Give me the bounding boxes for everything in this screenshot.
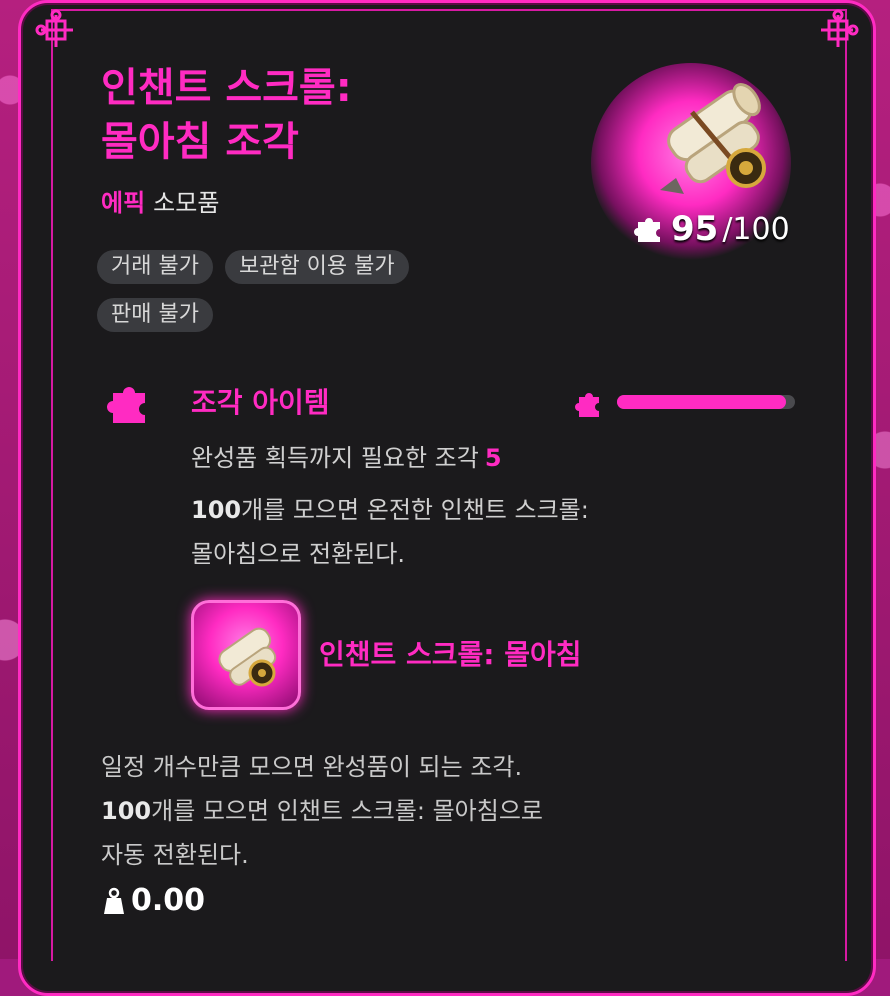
scroll-fragment-icon bbox=[660, 83, 766, 194]
puzzle-piece-icon bbox=[107, 387, 145, 423]
result-item-slot[interactable] bbox=[191, 600, 301, 710]
fragment-section-title: 조각 아이템 bbox=[191, 386, 330, 419]
conversion-text: 100개를 모으면 온전한 인챈트 스크롤: 몰아침으로 전환된다. bbox=[191, 488, 751, 576]
puzzle-piece-icon bbox=[575, 393, 599, 417]
restriction-tags: 거래 불가 보관함 이용 불가 판매 불가 bbox=[97, 250, 517, 332]
desc-count: 100 bbox=[101, 797, 152, 825]
item-tooltip-panel: 인챈트 스크롤: 몰아침 조각 에픽 소모품 거래 불가 보관함 이용 불가 판매… bbox=[18, 0, 876, 996]
fragment-progress-fill bbox=[617, 395, 787, 409]
scroll-icon bbox=[218, 627, 277, 687]
rarity-label: 에픽 bbox=[101, 189, 146, 217]
item-title-line1: 인챈트 스크롤: bbox=[101, 65, 352, 111]
desc-line3: 자동 전환된다. bbox=[101, 841, 249, 869]
tag-no-trade: 거래 불가 bbox=[97, 250, 213, 284]
item-title-line2: 몰아침 조각 bbox=[101, 119, 299, 165]
required-count: 5 bbox=[484, 444, 502, 472]
tag-no-storage: 보관함 이용 불가 bbox=[224, 250, 409, 284]
fragment-count: 95/100 bbox=[633, 209, 790, 249]
item-type: 에픽 소모품 bbox=[101, 183, 219, 218]
item-title: 인챈트 스크롤: 몰아침 조각 bbox=[101, 61, 521, 169]
weight-value: 0.00 bbox=[131, 883, 206, 918]
tag-no-sell: 판매 불가 bbox=[97, 298, 213, 332]
item-description: 일정 개수만큼 모으면 완성품이 되는 조각. 100개를 모으면 인챈트 스크… bbox=[101, 745, 751, 877]
item-weight: 0.00 bbox=[103, 883, 205, 918]
puzzle-piece-icon bbox=[634, 218, 660, 242]
weight-icon bbox=[104, 887, 124, 914]
required-label: 완성품 획득까지 필요한 조각 bbox=[191, 444, 479, 472]
count-current: 95 bbox=[671, 209, 719, 249]
category-label: 소모품 bbox=[153, 189, 220, 217]
corner-knot-icon bbox=[35, 9, 73, 47]
convert-count: 100 bbox=[191, 496, 242, 524]
count-total: /100 bbox=[722, 211, 790, 247]
convert-line2: 몰아침으로 전환된다. bbox=[191, 540, 405, 568]
desc-line1: 일정 개수만큼 모으면 완성품이 되는 조각. bbox=[101, 753, 523, 781]
result-item-name: 인챈트 스크롤: 몰아침 bbox=[319, 638, 582, 671]
required-fragments: 완성품 획득까지 필요한 조각 5 bbox=[191, 438, 502, 473]
convert-line1: 개를 모으면 온전한 인챈트 스크롤: bbox=[241, 496, 589, 524]
corner-knot-icon bbox=[821, 9, 859, 47]
fragment-progress-bar bbox=[617, 395, 795, 409]
desc-line2: 개를 모으면 인챈트 스크롤: 몰아침으로 bbox=[151, 797, 543, 825]
